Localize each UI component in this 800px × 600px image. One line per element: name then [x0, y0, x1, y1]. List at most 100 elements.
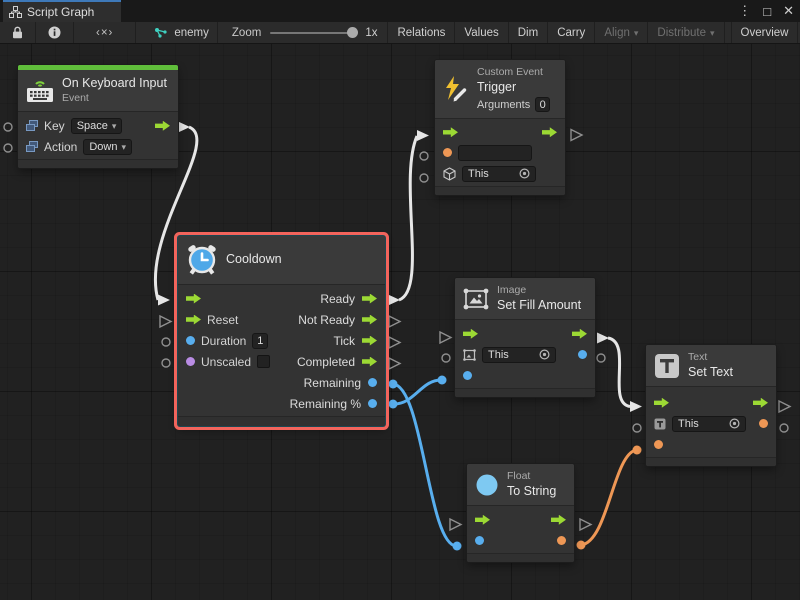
port-setfill-out-value[interactable]	[597, 354, 605, 362]
key-dropdown[interactable]: Space ▾	[71, 118, 123, 134]
value-output-port-remaining[interactable]	[389, 380, 398, 389]
node-set-text[interactable]: Text Set Text This	[646, 345, 776, 466]
wire-tostring-to-settext[interactable]	[581, 450, 636, 545]
flow-output-glyph[interactable]	[542, 127, 557, 137]
string-port-glyph[interactable]	[557, 536, 566, 545]
lock-button[interactable]	[0, 22, 36, 43]
float-port-glyph[interactable]	[368, 399, 377, 408]
flow-output-glyph[interactable]	[362, 357, 377, 367]
flow-input-port-custom-event[interactable]	[417, 130, 429, 141]
node-set-fill-amount[interactable]: Image Set Fill Amount	[455, 278, 595, 397]
flow-output-glyph[interactable]	[551, 515, 566, 525]
flow-input-glyph[interactable]	[654, 398, 669, 408]
duration-input[interactable]: 1	[252, 333, 268, 349]
port-custom-event-out[interactable]	[571, 130, 582, 141]
close-icon[interactable]: ✕	[783, 3, 794, 19]
flow-output-port-keyboard[interactable]	[178, 122, 190, 133]
float-port-glyph[interactable]	[475, 536, 484, 545]
value-output-port-remaining-pct[interactable]	[389, 400, 398, 409]
wire-remaining-to-tostring[interactable]	[393, 384, 456, 546]
port-tostring-flow-out[interactable]	[580, 519, 591, 530]
zoom-slider-handle[interactable]	[347, 27, 358, 38]
port-cooldown-duration[interactable]	[162, 338, 170, 346]
target-field[interactable]: This	[462, 166, 536, 182]
flow-output-glyph[interactable]	[155, 121, 170, 131]
tab-script-graph[interactable]: Script Graph	[3, 0, 121, 22]
flow-output-glyph[interactable]	[362, 315, 377, 325]
port-keyboard-action[interactable]	[4, 144, 12, 152]
port-setfill-flow-in[interactable]	[440, 332, 451, 343]
node-title: Trigger	[477, 80, 550, 96]
port-tostring-flow-in[interactable]	[450, 519, 461, 530]
string-port-glyph[interactable]	[654, 440, 663, 449]
flow-output-port-setfill[interactable]	[597, 333, 609, 344]
string-port-glyph[interactable]	[759, 419, 768, 428]
chevron-down-icon: ▾	[634, 29, 639, 38]
flow-output-glyph[interactable]	[362, 294, 377, 304]
port-custom-event-name[interactable]	[420, 152, 428, 160]
relations-button[interactable]: Relations	[388, 22, 455, 43]
float-port-glyph[interactable]	[463, 371, 472, 380]
flow-output-glyph[interactable]	[572, 329, 587, 339]
distribute-dropdown[interactable]: Distribute ▾	[648, 22, 724, 43]
action-dropdown[interactable]: Down ▾	[83, 139, 132, 155]
overview-button[interactable]: Overview	[731, 22, 799, 43]
flow-input-glyph[interactable]	[186, 315, 201, 325]
port-cooldown-tick[interactable]	[389, 337, 400, 348]
bool-port-glyph[interactable]	[186, 357, 195, 366]
dim-button[interactable]: Dim	[509, 22, 548, 43]
flow-input-glyph[interactable]	[186, 294, 201, 304]
port-settext-out-value[interactable]	[780, 424, 788, 432]
carry-button[interactable]: Carry	[548, 22, 595, 43]
event-name-input[interactable]	[458, 145, 532, 161]
wire-ready-to-custom-event[interactable]	[399, 136, 417, 300]
object-picker-icon[interactable]	[539, 349, 550, 360]
flow-output-glyph[interactable]	[753, 398, 768, 408]
flow-input-glyph[interactable]	[475, 515, 490, 525]
port-custom-event-target[interactable]	[420, 174, 428, 182]
values-button[interactable]: Values	[455, 22, 508, 43]
connections-button[interactable]: ‹×›	[74, 22, 136, 43]
float-port-glyph[interactable]	[578, 350, 587, 359]
unscaled-checkbox[interactable]	[257, 355, 270, 368]
flow-input-glyph[interactable]	[443, 127, 458, 137]
info-button[interactable]	[36, 22, 74, 43]
object-picker-icon[interactable]	[519, 168, 530, 179]
port-settext-flow-out[interactable]	[779, 401, 790, 412]
value-output-port-tostring[interactable]	[577, 541, 586, 550]
target-field[interactable]: This	[482, 347, 556, 363]
string-port-glyph[interactable]	[443, 148, 452, 157]
port-cooldown-not-ready[interactable]	[389, 316, 400, 327]
align-dropdown[interactable]: Align ▾	[595, 22, 648, 43]
value-input-port-tostring[interactable]	[453, 542, 462, 551]
object-picker-icon[interactable]	[729, 418, 740, 429]
wire-setfill-to-settext[interactable]	[608, 338, 630, 407]
flow-input-glyph[interactable]	[463, 329, 478, 339]
flow-input-port-cooldown[interactable]	[158, 295, 170, 306]
flow-output-port-cooldown-ready[interactable]	[388, 295, 400, 306]
maximize-icon[interactable]: □	[763, 4, 771, 19]
value-input-port-setfill-amount[interactable]	[438, 376, 447, 385]
flow-input-port-settext[interactable]	[630, 401, 642, 412]
value-input-port-settext-text[interactable]	[633, 446, 642, 455]
node-to-string[interactable]: Float To String	[467, 464, 574, 562]
flow-output-glyph[interactable]	[362, 336, 377, 346]
node-cooldown[interactable]: Cooldown Ready Reset Not Ready Duration …	[178, 236, 385, 426]
zoom-slider[interactable]	[270, 32, 356, 34]
port-setfill-target[interactable]	[442, 354, 450, 362]
graph-breadcrumb[interactable]: enemy	[136, 22, 218, 43]
float-port-glyph[interactable]	[368, 378, 377, 387]
wire-remaining-pct-to-setfill[interactable]	[393, 380, 441, 404]
node-on-keyboard-input[interactable]: On Keyboard Input Event Key Space ▾	[18, 65, 178, 168]
arguments-input[interactable]: 0	[535, 97, 550, 112]
float-port-glyph[interactable]	[186, 336, 195, 345]
node-trigger-custom-event[interactable]: Custom Event Trigger Arguments 0	[435, 60, 565, 195]
port-cooldown-completed[interactable]	[389, 358, 400, 369]
port-cooldown-reset[interactable]	[160, 316, 171, 327]
port-cooldown-unscaled[interactable]	[162, 359, 170, 367]
port-keyboard-key[interactable]	[4, 123, 12, 131]
port-settext-target[interactable]	[633, 424, 641, 432]
target-field[interactable]: This	[672, 416, 746, 432]
graph-canvas[interactable]: On Keyboard Input Event Key Space ▾	[0, 44, 800, 600]
window-menu-icon[interactable]: ⋮	[738, 3, 751, 19]
